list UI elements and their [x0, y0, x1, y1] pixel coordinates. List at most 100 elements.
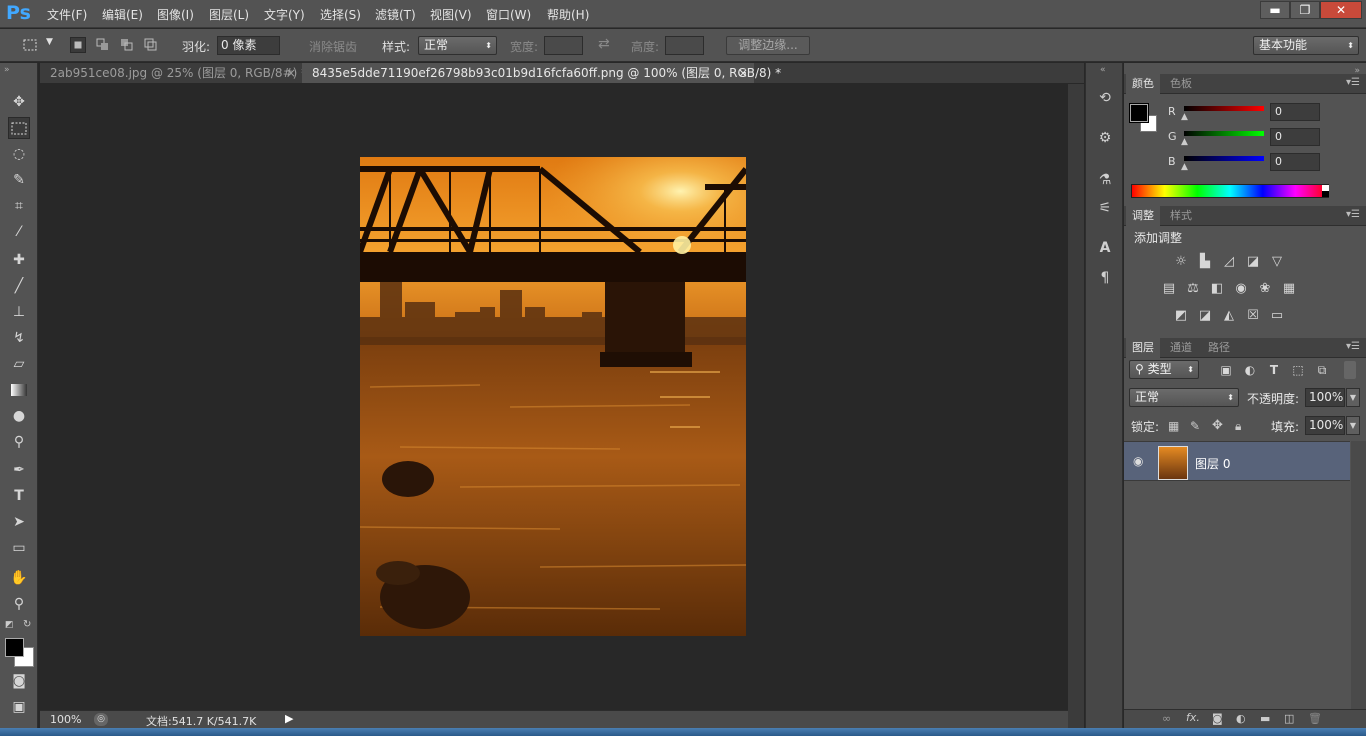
swap-colors-icon[interactable]: ↻ — [23, 619, 31, 630]
new-group-icon[interactable]: ▬ — [1260, 712, 1270, 725]
slider-thumb-icon[interactable]: ▲ — [1181, 137, 1188, 147]
clone-stamp-tool-icon[interactable]: ⊥ — [8, 301, 30, 323]
channel-g-slider[interactable] — [1184, 131, 1264, 136]
status-share-icon[interactable]: ◎ — [94, 713, 108, 726]
history-brush-tool-icon[interactable]: ↯ — [8, 327, 30, 349]
delete-layer-icon[interactable]: 🗑︎ — [1308, 712, 1322, 725]
restore-button[interactable]: ❐ — [1290, 1, 1320, 19]
exposure-icon[interactable]: ◪ — [1244, 253, 1262, 271]
filter-smart-object-icon[interactable]: ⧉ — [1314, 362, 1330, 378]
tab-document-1[interactable]: 2ab951ce08.jpg @ 25% (图层 0, RGB/8#) * × — [40, 63, 307, 83]
menu-layer[interactable]: 图层(L) — [209, 6, 249, 23]
channel-b-slider[interactable] — [1184, 156, 1264, 161]
color-lookup-icon[interactable]: ▦ — [1280, 280, 1298, 298]
history-panel-icon[interactable]: ⟲ — [1096, 89, 1114, 107]
blur-tool-icon[interactable]: ● — [8, 405, 30, 427]
new-selection-icon[interactable] — [70, 37, 86, 53]
close-button[interactable]: ✕ — [1320, 1, 1362, 19]
properties-panel-icon[interactable]: ⚙ — [1096, 129, 1114, 147]
quick-select-tool-icon[interactable]: ✎ — [8, 169, 30, 191]
brush-presets-icon[interactable]: ⚗ — [1096, 171, 1114, 189]
slider-thumb-icon[interactable]: ▲ — [1181, 162, 1188, 172]
opacity-arrow-icon[interactable]: ▼ — [1346, 388, 1360, 407]
move-tool-icon[interactable]: ✥ — [8, 91, 30, 113]
layer-style-icon[interactable]: fx. — [1186, 711, 1200, 724]
layer-filter-select[interactable]: ⚲ 类型 ⬍ — [1129, 360, 1199, 379]
brush-panel-icon[interactable]: ⚟ — [1096, 199, 1114, 217]
hand-tool-icon[interactable]: ✋ — [8, 567, 30, 589]
width-input[interactable] — [544, 36, 583, 55]
rectangle-tool-icon[interactable]: ▭ — [8, 537, 30, 559]
posterize-icon[interactable]: ◪ — [1196, 307, 1214, 325]
link-layers-icon[interactable]: ∞ — [1162, 712, 1171, 725]
levels-icon[interactable]: ▙ — [1196, 253, 1214, 271]
minimize-button[interactable]: ▬ — [1260, 1, 1290, 19]
slider-thumb-icon[interactable]: ▲ — [1181, 112, 1188, 122]
filter-pixel-icon[interactable]: ▣ — [1218, 362, 1234, 378]
menu-edit[interactable]: 编辑(E) — [102, 6, 143, 23]
default-colors-icon[interactable]: ◩ — [5, 620, 14, 630]
fill-input[interactable]: 100% — [1305, 416, 1345, 435]
status-menu-arrow-icon[interactable]: ▶ — [285, 712, 293, 725]
pen-tool-icon[interactable]: ✒ — [8, 459, 30, 481]
foreground-color-swatch[interactable] — [5, 638, 24, 657]
lock-position-icon[interactable]: ✥ — [1212, 418, 1223, 433]
color-spectrum-bar[interactable] — [1131, 184, 1329, 198]
new-adjustment-layer-icon[interactable]: ◐ — [1236, 712, 1246, 725]
blend-mode-select[interactable]: 正常 ⬍ — [1129, 388, 1239, 407]
tab-swatches[interactable]: 色板 — [1164, 74, 1198, 94]
healing-brush-tool-icon[interactable]: ✚ — [8, 249, 30, 271]
panel-menu-icon[interactable]: ▾☰ — [1346, 77, 1360, 88]
filter-adjustment-icon[interactable]: ◐ — [1242, 362, 1258, 378]
workspace-select[interactable]: 基本功能 ⬍ — [1253, 36, 1359, 55]
menu-window[interactable]: 窗口(W) — [486, 6, 531, 23]
zoom-tool-icon[interactable]: ⚲ — [8, 593, 30, 615]
hue-saturation-icon[interactable]: ▤ — [1160, 280, 1178, 298]
eyedropper-tool-icon[interactable]: ⁄ — [8, 221, 30, 243]
menu-file[interactable]: 文件(F) — [47, 6, 87, 23]
marquee-preset-icon[interactable] — [22, 37, 38, 53]
intersect-selection-icon[interactable] — [143, 37, 159, 53]
lock-all-icon[interactable]: 🔒︎ — [1235, 419, 1241, 434]
filter-shape-icon[interactable]: ⬚ — [1290, 362, 1306, 378]
tab-adjustments[interactable]: 调整 — [1126, 206, 1160, 226]
layer-row[interactable]: ◉ 图层 0 — [1124, 441, 1350, 481]
quick-mask-icon[interactable]: ◙ — [8, 670, 30, 692]
menu-image[interactable]: 图像(I) — [157, 6, 194, 23]
opacity-input[interactable]: 100% — [1305, 388, 1345, 407]
channel-r-slider[interactable] — [1184, 106, 1264, 111]
channel-g-input[interactable]: 0 — [1270, 128, 1320, 146]
expand-arrows-icon[interactable]: « — [1100, 65, 1106, 75]
filter-type-icon[interactable]: T — [1266, 362, 1282, 378]
document-image[interactable] — [360, 157, 746, 636]
eraser-tool-icon[interactable]: ▱ — [8, 353, 30, 375]
canvas-area[interactable] — [40, 84, 1068, 710]
layers-scrollbar[interactable] — [1351, 441, 1366, 709]
gradient-map-icon[interactable]: ▭ — [1268, 307, 1286, 325]
filter-toggle[interactable] — [1344, 361, 1356, 379]
paragraph-panel-icon[interactable]: ¶ — [1096, 269, 1114, 287]
dodge-tool-icon[interactable]: ⚲ — [8, 431, 30, 453]
brightness-icon[interactable]: ☼ — [1172, 253, 1190, 271]
layer-name[interactable]: 图层 0 — [1195, 455, 1230, 472]
channel-r-input[interactable]: 0 — [1270, 103, 1320, 121]
lock-transparent-icon[interactable]: ▦ — [1168, 419, 1179, 433]
marquee-tool-icon[interactable] — [8, 117, 30, 139]
preset-arrow-icon[interactable]: ▼ — [46, 37, 53, 47]
swap-icon[interactable]: ⇄ — [598, 36, 610, 52]
curves-icon[interactable]: ◿ — [1220, 253, 1238, 271]
color-fg-swatch[interactable] — [1129, 103, 1149, 123]
selective-color-icon[interactable]: ☒ — [1244, 307, 1262, 325]
menu-help[interactable]: 帮助(H) — [547, 6, 589, 23]
vibrance-icon[interactable]: ▽ — [1268, 253, 1286, 271]
fill-arrow-icon[interactable]: ▼ — [1346, 416, 1360, 435]
add-selection-icon[interactable] — [95, 37, 111, 53]
tab-channels[interactable]: 通道 — [1164, 338, 1198, 358]
character-panel-icon[interactable]: A — [1096, 239, 1114, 257]
visibility-eye-icon[interactable]: ◉ — [1133, 454, 1143, 468]
add-mask-icon[interactable]: ◙ — [1212, 712, 1223, 725]
screen-mode-icon[interactable]: ▣ — [8, 696, 30, 718]
lock-pixels-icon[interactable]: ✎ — [1190, 419, 1200, 433]
tab-layers[interactable]: 图层 — [1126, 338, 1160, 358]
tab-document-2[interactable]: 8435e5dde71190ef26798b93c01b9d16fcfa60ff… — [302, 63, 781, 83]
